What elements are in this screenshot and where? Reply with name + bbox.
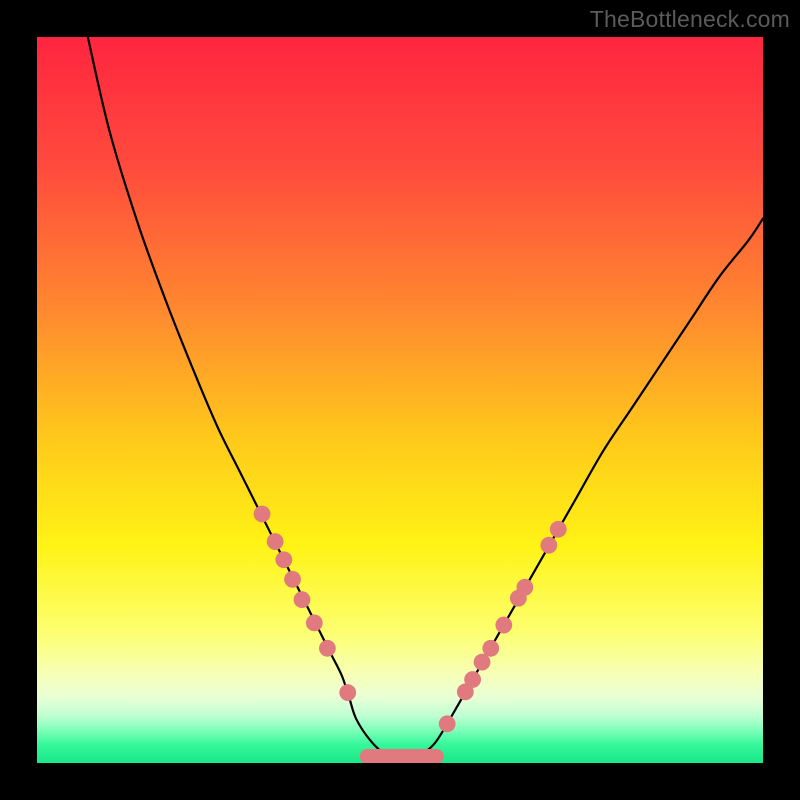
bottleneck-curve [88, 37, 763, 759]
data-marker [319, 640, 336, 657]
plot-area [37, 37, 763, 763]
data-marker [516, 579, 533, 596]
data-marker [495, 617, 512, 634]
data-marker [482, 640, 499, 657]
watermark-text: TheBottleneck.com [590, 6, 790, 33]
data-marker [306, 614, 323, 631]
data-marker [339, 684, 356, 701]
data-marker [254, 506, 271, 523]
data-marker [464, 671, 481, 688]
data-marker [267, 533, 284, 550]
data-marker [284, 571, 301, 588]
data-marker [294, 591, 311, 608]
data-marker [550, 521, 567, 538]
data-marker [474, 654, 491, 671]
data-marker [439, 715, 456, 732]
data-marker [540, 537, 557, 554]
data-markers [254, 506, 567, 733]
chart-container: TheBottleneck.com [0, 0, 800, 800]
data-marker [275, 551, 292, 568]
curve-layer [37, 37, 763, 763]
